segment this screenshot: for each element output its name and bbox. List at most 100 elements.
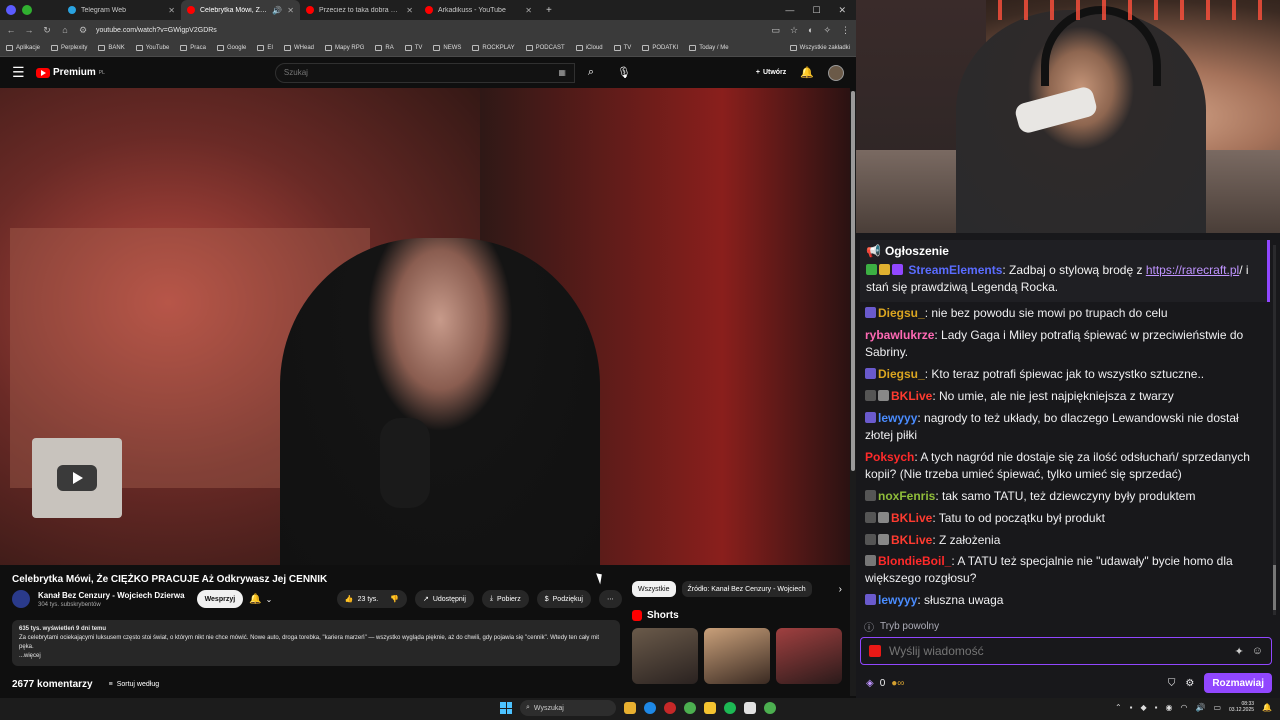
chat-link[interactable]: https://rarecraft.pl	[1146, 263, 1239, 277]
wifi-icon[interactable]: ◠	[1180, 703, 1187, 712]
chat-username[interactable]: rybawlukrze	[865, 328, 934, 342]
close-tab-icon[interactable]: ✕	[168, 6, 175, 15]
chip-source[interactable]: Źródło: Kanał Bez Cenzury - Wojciech	[681, 581, 812, 597]
chat-username[interactable]: BKLive	[891, 533, 932, 547]
youtube-logo[interactable]: Premium PL	[36, 67, 105, 78]
more-actions-button[interactable]: ⋯	[599, 590, 622, 608]
bookmark-item[interactable]: Perplexity	[51, 45, 87, 51]
site-info-icon[interactable]: ⚙	[78, 25, 88, 36]
all-bookmarks[interactable]: Wszystkie zakładki	[789, 45, 850, 51]
chat-send-button[interactable]: Rozmawiaj	[1204, 673, 1272, 693]
short-thumbnail[interactable]	[776, 628, 842, 684]
notes-icon[interactable]	[704, 702, 716, 714]
edge-icon[interactable]	[644, 702, 656, 714]
chat-username[interactable]: lewyyy	[878, 593, 917, 607]
chat-scrollbar-thumb[interactable]	[1273, 565, 1276, 610]
video-player[interactable]	[0, 88, 850, 565]
chevron-right-icon[interactable]: ›	[839, 584, 842, 595]
bell-icon[interactable]: 🔔	[800, 66, 814, 79]
bookmark-star-icon[interactable]: ☆	[790, 25, 798, 36]
bookmark-item[interactable]: TV	[613, 45, 631, 51]
chat-username[interactable]: BKLive	[891, 511, 932, 525]
menu-icon[interactable]: ☰	[12, 64, 36, 81]
bookmark-item[interactable]: NEWS	[433, 45, 461, 51]
bookmark-item[interactable]: WHead	[284, 45, 314, 51]
chat-username[interactable]: lewyyy	[878, 411, 917, 425]
chat-username[interactable]: StreamElements	[908, 263, 1002, 277]
short-thumbnail[interactable]	[632, 628, 698, 684]
magic-wand-icon[interactable]: ✦	[1235, 645, 1244, 658]
bookmark-item[interactable]: EI	[257, 45, 273, 51]
bookmark-item[interactable]: Praca	[180, 45, 206, 51]
mic-icon[interactable]: 🎙	[617, 66, 631, 79]
tray-app-icon[interactable]: ▪	[1155, 703, 1158, 712]
tab-youtube-active[interactable]: Celebrytka Mówi, Że CIĘŻK 🔊 ✕	[181, 0, 300, 20]
channel-points-icon[interactable]: ◈	[866, 678, 874, 689]
chat-username[interactable]: Diegsu_	[878, 306, 925, 320]
extensions-puzzle-icon[interactable]: ✧	[823, 25, 831, 36]
minimize-icon[interactable]: —	[785, 5, 794, 16]
tray-app-icon[interactable]: ◉	[1166, 703, 1173, 712]
search-input[interactable]	[283, 68, 524, 77]
chat-username[interactable]: noxFenris	[878, 489, 935, 503]
like-button[interactable]: 👍 23 tys. 👎	[336, 590, 407, 608]
thanks-button[interactable]: $ Podziękuj	[536, 590, 591, 608]
bookmark-item[interactable]: PODCAST	[525, 45, 565, 51]
bookmark-item[interactable]: BANK	[98, 45, 125, 51]
bookmark-item[interactable]: PODATKI	[642, 45, 678, 51]
bookmark-item[interactable]: iCloud	[575, 45, 603, 51]
bookmark-item[interactable]: RA	[375, 45, 394, 51]
bookmark-item[interactable]: YouTube	[135, 45, 169, 51]
battery-icon[interactable]: ▭	[1213, 703, 1221, 712]
search-icon[interactable]: ⌕	[575, 63, 607, 83]
close-tab-icon[interactable]: ✕	[525, 6, 532, 15]
download-button[interactable]: ⤓ Pobierz	[481, 590, 529, 608]
close-window-icon[interactable]: ✕	[838, 5, 846, 16]
thumbs-down-icon[interactable]: 👎	[390, 595, 399, 603]
volume-icon[interactable]: 🔊	[1195, 703, 1205, 712]
channel-name[interactable]: Kanał Bez Cenzury - Wojciech Dzierwa	[38, 591, 185, 600]
tab-youtube-3[interactable]: Arkadikuss - YouTube ✕	[419, 0, 538, 20]
back-icon[interactable]: ←	[6, 25, 16, 35]
coin-icon[interactable]: ●∞	[891, 678, 904, 689]
file-explorer-icon[interactable]	[624, 702, 636, 714]
chrome-icon[interactable]	[764, 702, 776, 714]
chat-scrollbar[interactable]	[1273, 245, 1276, 615]
bookmark-item[interactable]: Aplikacje	[6, 45, 40, 51]
chat-input[interactable]	[889, 644, 1227, 658]
channel-avatar[interactable]	[12, 590, 30, 608]
support-button[interactable]: Wesprzyj	[196, 590, 244, 608]
bookmark-item[interactable]: ROCKPLAY	[472, 45, 515, 51]
scrollbar-thumb[interactable]	[851, 91, 855, 471]
emote-picker-icon[interactable]: ☺	[1252, 645, 1263, 657]
chat-username[interactable]: Diegsu_	[878, 367, 925, 381]
spotify-icon[interactable]	[724, 702, 736, 714]
extension-icon[interactable]	[22, 5, 32, 15]
menu-dots-icon[interactable]: ⋮	[841, 25, 850, 36]
extension-icon[interactable]: ◐	[808, 25, 813, 36]
bookmark-item[interactable]: Mapy RPG	[325, 45, 364, 51]
clock[interactable]: 08:33 03.12.2025	[1229, 701, 1254, 713]
bookmark-item[interactable]: Today / Me	[689, 45, 729, 51]
create-button[interactable]: + Utwórz	[756, 69, 786, 76]
tab-youtube-2[interactable]: Przecież to taka dobra gra była ✕	[300, 0, 419, 20]
chat-username[interactable]: BlondieBoil_	[878, 554, 951, 568]
close-tab-icon[interactable]: ✕	[287, 6, 294, 15]
maximize-icon[interactable]: ☐	[812, 5, 820, 16]
chip-all[interactable]: Wszystkie	[632, 581, 676, 597]
share-button[interactable]: ↗ Udostępnij	[414, 590, 474, 608]
sort-button[interactable]: ≡ Sortuj według	[109, 681, 160, 688]
reload-icon[interactable]: ↻	[42, 25, 52, 36]
chrome-icon[interactable]	[684, 702, 696, 714]
tray-app-icon[interactable]: ▪	[1130, 703, 1133, 712]
profile-icon[interactable]	[6, 5, 16, 15]
chat-username[interactable]: BKLive	[891, 389, 932, 403]
bookmark-item[interactable]: TV	[404, 45, 422, 51]
forward-icon[interactable]: →	[24, 25, 34, 35]
cast-icon[interactable]: ▭	[771, 25, 780, 36]
taskbar-search[interactable]: ⌕ Wyszukaj	[520, 700, 616, 716]
notification-bell-button[interactable]: 🔔 ⌄	[249, 594, 272, 605]
speaker-icon[interactable]: 🔊	[272, 6, 282, 15]
short-thumbnail[interactable]	[704, 628, 770, 684]
keyboard-icon[interactable]: ▦	[558, 68, 566, 77]
